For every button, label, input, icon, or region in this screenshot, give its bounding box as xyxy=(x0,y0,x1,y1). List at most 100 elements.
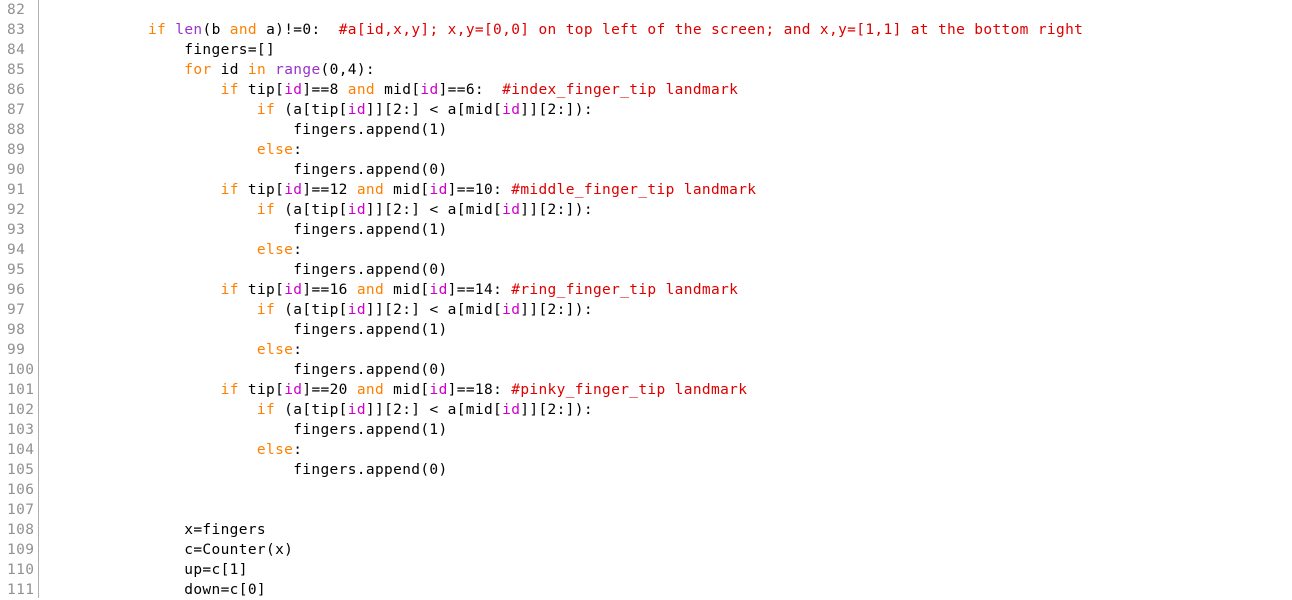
code-token-var: id xyxy=(284,82,303,98)
code-line[interactable]: x=fingers xyxy=(39,520,1292,540)
code-token-com: #a[id,x,y]; x,y=[0,0] on top left of the… xyxy=(338,22,1084,38)
code-token-txt: : xyxy=(293,442,303,458)
code-token-kw: if xyxy=(220,82,239,98)
code-line[interactable]: else: xyxy=(39,240,1292,260)
code-line[interactable]: c=Counter(x) xyxy=(39,540,1292,560)
code-token-txt: c=Counter(x) xyxy=(39,542,294,558)
code-token-var: id xyxy=(347,202,366,218)
code-token-com: #pinky_finger_tip landmark xyxy=(511,382,748,398)
line-number: 96 xyxy=(7,282,26,298)
code-line[interactable] xyxy=(39,0,1292,20)
line-number: 87 xyxy=(7,102,26,118)
line-number: 86 xyxy=(7,82,26,98)
code-token-txt: ]][2:]): xyxy=(520,102,593,118)
code-line[interactable]: fingers.append(1) xyxy=(39,320,1292,340)
code-token-bi: len xyxy=(175,22,203,38)
code-token-kw: and xyxy=(356,182,385,198)
code-token-var: id xyxy=(429,382,448,398)
code-line[interactable]: up=c[1] xyxy=(39,560,1292,580)
code-line[interactable]: fingers=[] xyxy=(39,40,1292,60)
code-token-txt: ]][2:] < a[mid[ xyxy=(365,202,503,218)
code-editor[interactable]: 82 83 84 85 86 87 88 89 90 91 92 93 94 95 96 97 98 99 100 1… xyxy=(0,0,1292,598)
code-content-area[interactable]: if len(b and a)!=0: #a[id,x,y]; x,y=[0,0… xyxy=(39,0,1292,598)
code-token-txt: tip[ xyxy=(238,282,285,298)
code-line[interactable]: if tip[id]==12 and mid[id]==10: #middle_… xyxy=(39,180,1292,200)
code-token-txt: ]==10: xyxy=(447,182,512,198)
line-number: 91 xyxy=(7,182,26,198)
code-token-kw: else xyxy=(256,142,294,158)
code-token-var: id xyxy=(429,182,448,198)
code-token-kw: and xyxy=(229,22,257,38)
code-token-txt: up=c[1] xyxy=(39,562,248,578)
code-line[interactable]: for id in range(0,4): xyxy=(39,60,1292,80)
code-token-txt: ]==20 xyxy=(302,382,357,398)
code-line[interactable] xyxy=(39,500,1292,520)
code-line[interactable] xyxy=(39,480,1292,500)
code-token-kw: else xyxy=(256,442,294,458)
code-token-txt: ]==8 xyxy=(302,82,348,98)
code-line[interactable]: fingers.append(1) xyxy=(39,120,1292,140)
code-line[interactable]: fingers.append(0) xyxy=(39,460,1292,480)
code-token-var: id xyxy=(284,282,303,298)
code-token-kw: for xyxy=(184,62,212,78)
code-token-txt: mid[ xyxy=(384,182,430,198)
code-token-txt: mid[ xyxy=(375,82,421,98)
line-number: 92 xyxy=(7,202,26,218)
code-line[interactable]: if (a[tip[id]][2:] < a[mid[id]][2:]): xyxy=(39,200,1292,220)
code-token-txt: (a[tip[ xyxy=(275,402,348,418)
code-token-txt: (0,4): xyxy=(320,62,376,78)
code-token-com: #ring_finger_tip landmark xyxy=(511,282,739,298)
code-line[interactable]: else: xyxy=(39,140,1292,160)
code-token-kw: if xyxy=(220,382,239,398)
code-token-var: id xyxy=(429,282,448,298)
line-number: 94 xyxy=(7,242,26,258)
line-number: 100 xyxy=(7,362,35,378)
code-token-txt: mid[ xyxy=(384,282,430,298)
code-line[interactable]: if tip[id]==8 and mid[id]==6: #index_fin… xyxy=(39,80,1292,100)
code-line[interactable]: fingers.append(0) xyxy=(39,360,1292,380)
code-line[interactable]: if len(b and a)!=0: #a[id,x,y]; x,y=[0,0… xyxy=(39,20,1292,40)
code-token-kw: in xyxy=(247,62,267,78)
line-number: 85 xyxy=(7,62,26,78)
line-number: 105 xyxy=(7,462,35,478)
code-token-var: id xyxy=(502,302,521,318)
code-token-kw: and xyxy=(347,82,376,98)
code-token-txt: (b xyxy=(202,22,230,38)
code-token-txt: ]==16 xyxy=(302,282,357,298)
code-line[interactable]: down=c[0] xyxy=(39,580,1292,598)
code-line[interactable]: fingers.append(0) xyxy=(39,260,1292,280)
code-token-var: id xyxy=(502,102,521,118)
code-token-txt: (a[tip[ xyxy=(275,302,348,318)
code-line[interactable]: else: xyxy=(39,340,1292,360)
code-token-txt: ]==18: xyxy=(447,382,512,398)
code-token-txt: x=fingers xyxy=(39,522,266,538)
code-line[interactable]: fingers.append(0) xyxy=(39,160,1292,180)
line-number: 83 xyxy=(7,22,26,38)
code-token-var: id xyxy=(284,382,303,398)
code-line[interactable]: else: xyxy=(39,440,1292,460)
code-token-com: #middle_finger_tip landmark xyxy=(511,182,757,198)
code-token-txt: : xyxy=(293,242,303,258)
code-line[interactable]: if (a[tip[id]][2:] < a[mid[id]][2:]): xyxy=(39,400,1292,420)
code-line[interactable]: if (a[tip[id]][2:] < a[mid[id]][2:]): xyxy=(39,300,1292,320)
code-token-txt: ]==12 xyxy=(302,182,357,198)
code-token-kw: else xyxy=(256,342,294,358)
line-number: 103 xyxy=(7,422,35,438)
code-line[interactable]: fingers.append(1) xyxy=(39,220,1292,240)
code-line[interactable]: if (a[tip[id]][2:] < a[mid[id]][2:]): xyxy=(39,100,1292,120)
line-number: 107 xyxy=(7,502,35,518)
code-line[interactable]: if tip[id]==16 and mid[id]==14: #ring_fi… xyxy=(39,280,1292,300)
code-token-kw: if xyxy=(256,102,276,118)
line-number: 108 xyxy=(7,522,35,538)
code-line[interactable]: fingers.append(1) xyxy=(39,420,1292,440)
code-line[interactable]: if tip[id]==20 and mid[id]==18: #pinky_f… xyxy=(39,380,1292,400)
